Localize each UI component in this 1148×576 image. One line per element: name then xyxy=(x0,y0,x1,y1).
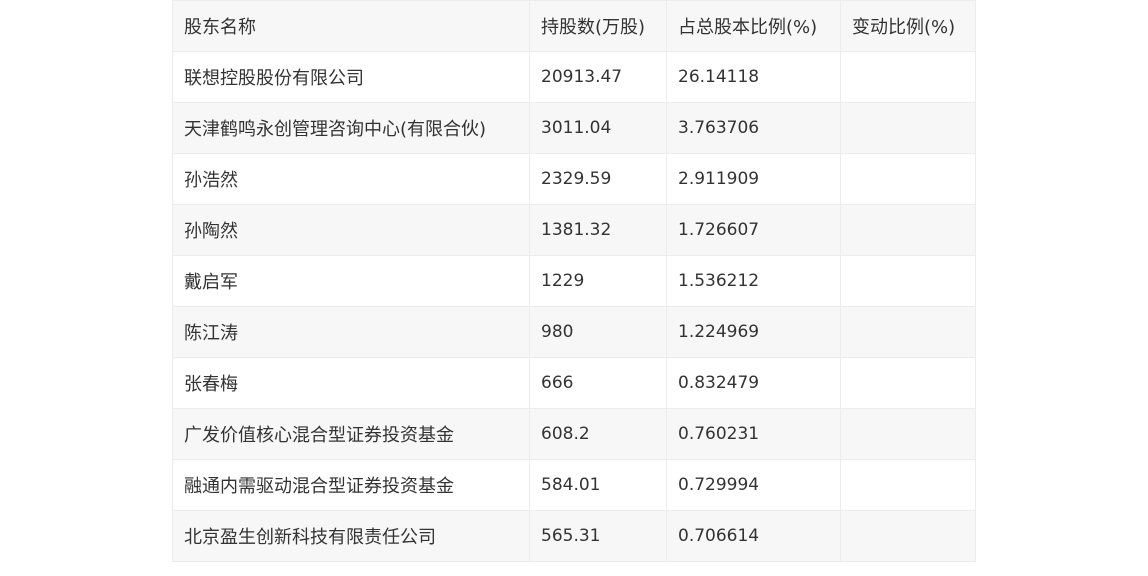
table-row: 联想控股股份有限公司 20913.47 26.14118 xyxy=(172,51,976,103)
cell-shareholder-name: 联想控股股份有限公司 xyxy=(172,51,530,103)
header-change-ratio: 变动比例(%) xyxy=(840,0,976,52)
table-row: 融通内需驱动混合型证券投资基金 584.01 0.729994 xyxy=(172,459,976,511)
cell-change-ratio xyxy=(840,459,976,511)
header-share-ratio: 占总股本比例(%) xyxy=(666,0,841,52)
cell-shares-held: 2329.59 xyxy=(529,153,667,205)
cell-shareholder-name: 孙浩然 xyxy=(172,153,530,205)
cell-change-ratio xyxy=(840,306,976,358)
cell-shareholder-name: 广发价值核心混合型证券投资基金 xyxy=(172,408,530,460)
cell-shareholder-name: 融通内需驱动混合型证券投资基金 xyxy=(172,459,530,511)
cell-share-ratio: 1.536212 xyxy=(666,255,841,307)
table-row: 陈江涛 980 1.224969 xyxy=(172,306,976,358)
table-row: 张春梅 666 0.832479 xyxy=(172,357,976,409)
cell-shareholder-name: 天津鹤鸣永创管理咨询中心(有限合伙) xyxy=(172,102,530,154)
cell-shares-held: 584.01 xyxy=(529,459,667,511)
shareholder-table: 股东名称 持股数(万股) 占总股本比例(%) 变动比例(%) 联想控股股份有限公… xyxy=(172,0,976,562)
cell-shareholder-name: 戴启军 xyxy=(172,255,530,307)
cell-shares-held: 1381.32 xyxy=(529,204,667,256)
cell-shareholder-name: 陈江涛 xyxy=(172,306,530,358)
cell-change-ratio xyxy=(840,408,976,460)
cell-shares-held: 20913.47 xyxy=(529,51,667,103)
header-shares-held: 持股数(万股) xyxy=(529,0,667,52)
cell-change-ratio xyxy=(840,153,976,205)
cell-share-ratio: 1.726607 xyxy=(666,204,841,256)
table-row: 戴启军 1229 1.536212 xyxy=(172,255,976,307)
table-row: 孙陶然 1381.32 1.726607 xyxy=(172,204,976,256)
table-row: 孙浩然 2329.59 2.911909 xyxy=(172,153,976,205)
cell-share-ratio: 0.760231 xyxy=(666,408,841,460)
table-header-row: 股东名称 持股数(万股) 占总股本比例(%) 变动比例(%) xyxy=(172,0,976,52)
cell-shares-held: 666 xyxy=(529,357,667,409)
table-row: 天津鹤鸣永创管理咨询中心(有限合伙) 3011.04 3.763706 xyxy=(172,102,976,154)
cell-share-ratio: 3.763706 xyxy=(666,102,841,154)
cell-share-ratio: 2.911909 xyxy=(666,153,841,205)
cell-shareholder-name: 孙陶然 xyxy=(172,204,530,256)
cell-change-ratio xyxy=(840,255,976,307)
cell-shares-held: 3011.04 xyxy=(529,102,667,154)
header-shareholder-name: 股东名称 xyxy=(172,0,530,52)
cell-share-ratio: 0.832479 xyxy=(666,357,841,409)
shareholder-table-container: 股东名称 持股数(万股) 占总股本比例(%) 变动比例(%) 联想控股股份有限公… xyxy=(172,0,976,562)
table-row: 北京盈生创新科技有限责任公司 565.31 0.706614 xyxy=(172,510,976,562)
cell-shares-held: 565.31 xyxy=(529,510,667,562)
cell-share-ratio: 0.729994 xyxy=(666,459,841,511)
cell-change-ratio xyxy=(840,357,976,409)
cell-share-ratio: 1.224969 xyxy=(666,306,841,358)
cell-shares-held: 1229 xyxy=(529,255,667,307)
cell-change-ratio xyxy=(840,102,976,154)
table-row: 广发价值核心混合型证券投资基金 608.2 0.760231 xyxy=(172,408,976,460)
cell-share-ratio: 26.14118 xyxy=(666,51,841,103)
cell-change-ratio xyxy=(840,51,976,103)
cell-change-ratio xyxy=(840,204,976,256)
cell-shareholder-name: 北京盈生创新科技有限责任公司 xyxy=(172,510,530,562)
cell-shares-held: 608.2 xyxy=(529,408,667,460)
cell-shareholder-name: 张春梅 xyxy=(172,357,530,409)
cell-shares-held: 980 xyxy=(529,306,667,358)
cell-share-ratio: 0.706614 xyxy=(666,510,841,562)
cell-change-ratio xyxy=(840,510,976,562)
